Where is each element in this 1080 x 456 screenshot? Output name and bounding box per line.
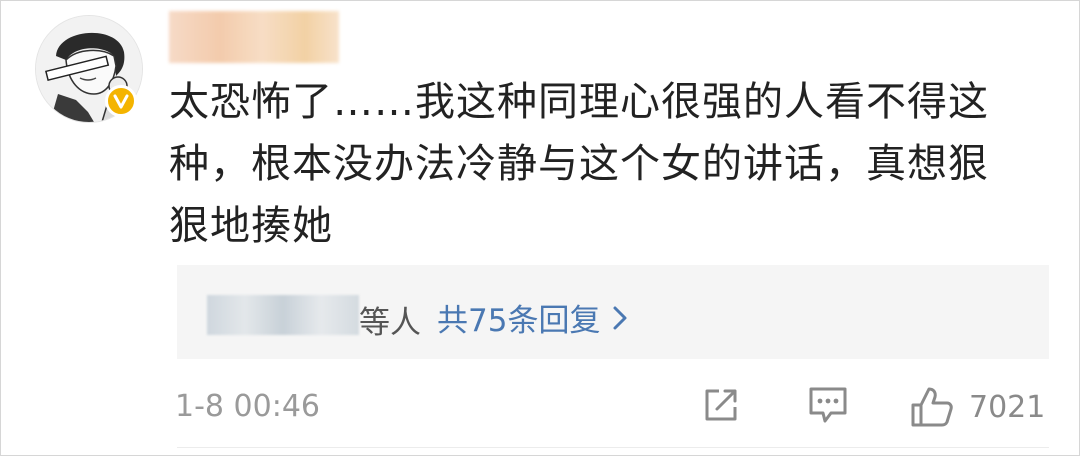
comment-icon bbox=[809, 387, 847, 423]
comment-button[interactable] bbox=[807, 385, 849, 425]
share-button[interactable] bbox=[701, 385, 741, 425]
chevron-right-icon bbox=[613, 306, 627, 329]
comment-text: 太恐怖了……我这种同理心很强的人看不得这种，根本没办法冷静与这个女的讲话，真想狠… bbox=[169, 79, 989, 249]
view-replies-link[interactable]: 共75条回复 bbox=[437, 295, 628, 340]
verified-badge-icon bbox=[105, 85, 137, 117]
replies-preview[interactable]: 等人 共75条回复 bbox=[177, 265, 1049, 359]
reply-users-suffix: 等人 bbox=[359, 305, 421, 341]
share-icon bbox=[705, 389, 737, 421]
comment-timestamp: 1-8 00:46 bbox=[175, 389, 320, 424]
reply-count-label: 共75条回复 bbox=[437, 303, 601, 339]
reply-usernames-blurred bbox=[207, 295, 359, 335]
comment-card: 太恐怖了……我这种同理心很强的人看不得这种，根本没办法冷静与这个女的讲话，真想狠… bbox=[0, 0, 1080, 456]
divider bbox=[177, 447, 1049, 448]
like-count: 7021 bbox=[969, 389, 1046, 425]
username-blurred[interactable] bbox=[169, 11, 339, 63]
thumbs-up-icon bbox=[911, 387, 953, 427]
like-button[interactable]: 7021 bbox=[909, 385, 1045, 429]
